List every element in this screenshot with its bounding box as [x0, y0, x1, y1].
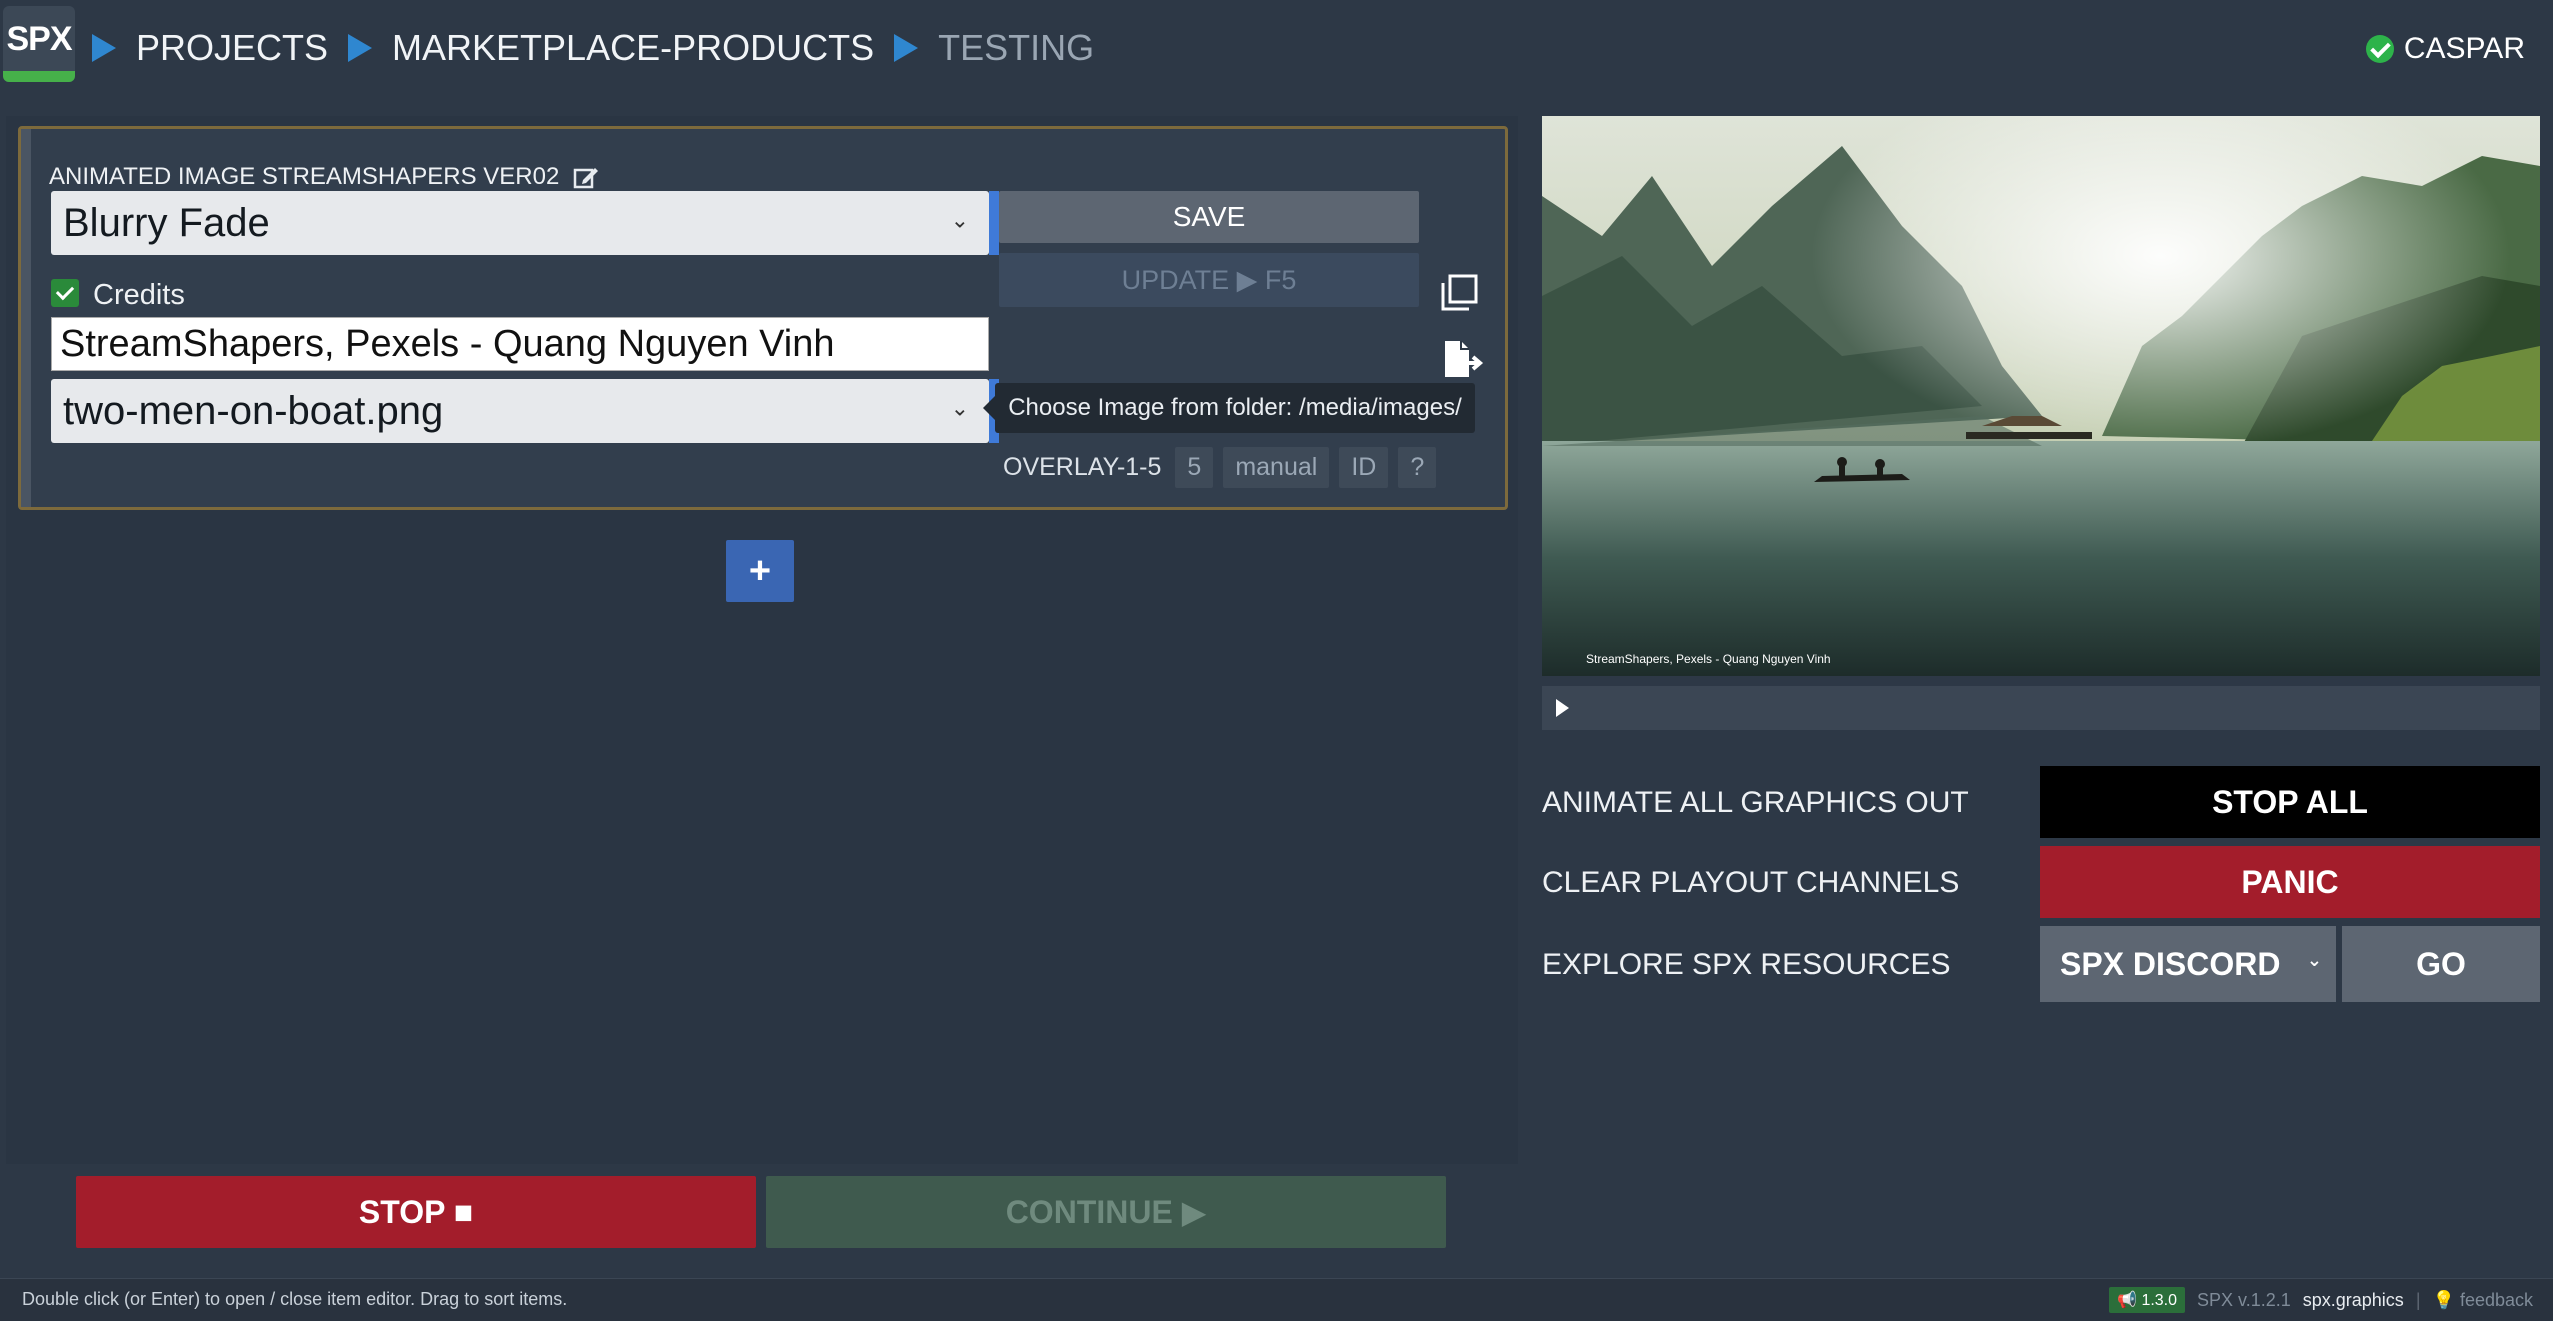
rundown-panel: ANIMATED IMAGE STREAMSHAPERS VER02 Blurr…	[6, 116, 1518, 1164]
effect-select-value: Blurry Fade	[63, 200, 270, 245]
effect-select[interactable]: Blurry Fade ⌄	[51, 191, 999, 255]
breadcrumb-project[interactable]: MARKETPLACE-PRODUCTS	[392, 27, 874, 69]
update-badge-text: 1.3.0	[2141, 1292, 2178, 1309]
export-file-icon[interactable]	[1441, 339, 1485, 379]
breadcrumb-arrow-icon	[894, 34, 919, 62]
image-select-value: two-men-on-boat.png	[63, 388, 444, 433]
logo-status-bar	[3, 71, 75, 82]
image-folder-tooltip: Choose Image from folder: /media/images/	[983, 383, 1475, 433]
stop-all-button[interactable]: STOP ALL	[2040, 766, 2540, 838]
resource-select-value: SPX DISCORD	[2060, 945, 2281, 982]
save-button[interactable]: SAVE	[999, 191, 1419, 243]
feedback-link[interactable]: 💡 feedback	[2433, 1290, 2534, 1311]
preview-window: StreamShapers, Pexels - Quang Nguyen Vin…	[1542, 116, 2540, 676]
preview-caption: StreamShapers, Pexels - Quang Nguyen Vin…	[1586, 652, 1831, 666]
explore-resources-label: EXPLORE SPX RESOURCES	[1542, 948, 1951, 981]
feedback-text: feedback	[2459, 1289, 2533, 1310]
check-circle-icon	[2365, 35, 2394, 63]
credits-checkbox[interactable]	[51, 279, 79, 307]
app-header: SPX PROJECTS MARKETPLACE-PRODUCTS TESTIN…	[0, 0, 2553, 110]
continue-button[interactable]: CONTINUE ▶	[766, 1176, 1446, 1248]
breadcrumb-rundown: TESTING	[938, 27, 1095, 68]
chevron-down-icon: ⌄	[950, 207, 969, 233]
megaphone-icon: 📢	[2117, 1292, 2137, 1309]
update-button[interactable]: UPDATE ▶ F5	[999, 253, 1419, 307]
resource-select[interactable]: SPX DISCORD ⌄	[2040, 926, 2336, 1002]
channel-layer-tag: 5	[1175, 447, 1214, 488]
playmode-tag: manual	[1223, 447, 1330, 488]
breadcrumb-arrow-icon	[92, 34, 116, 62]
chevron-down-icon: ⌄	[2306, 950, 2322, 970]
animate-out-label: ANIMATE ALL GRAPHICS OUT	[1542, 786, 1969, 819]
credits-input-value: StreamShapers, Pexels - Quang Nguyen Vin…	[60, 322, 835, 365]
spx-logo[interactable]: SPX	[3, 6, 75, 82]
add-item-button[interactable]: +	[726, 540, 794, 602]
server-name: CASPAR	[2403, 32, 2525, 65]
update-badge[interactable]: 📢 1.3.0	[2109, 1287, 2186, 1313]
footer-info: 📢 1.3.0 SPX v.1.2.1 spx.graphics | 💡 fee…	[2109, 1287, 2533, 1313]
lightbulb-icon: 💡	[2432, 1289, 2455, 1310]
breadcrumb-projects[interactable]: PROJECTS	[136, 27, 328, 69]
breadcrumb-arrow-icon	[348, 34, 373, 62]
website-link[interactable]: spx.graphics	[2303, 1290, 2404, 1311]
layer-label: OVERLAY-1-5	[1003, 453, 1162, 481]
chevron-down-icon: ⌄	[950, 395, 969, 421]
select-accent	[989, 191, 999, 255]
item-meta: OVERLAY-1-5 5 manual ID ?	[1003, 447, 1437, 488]
app-version: SPX v.1.2.1	[2197, 1289, 2291, 1310]
preview-play-bar[interactable]	[1542, 686, 2540, 730]
footer-hint: Double click (or Enter) to open / close …	[22, 1289, 568, 1309]
go-button[interactable]: GO	[2342, 926, 2540, 1002]
credits-label: Credits	[93, 279, 185, 311]
image-select[interactable]: two-men-on-boat.png ⌄	[51, 379, 999, 443]
footer-separator: |	[2415, 1289, 2421, 1310]
server-status[interactable]: CASPAR	[2365, 32, 2525, 66]
panic-button[interactable]: PANIC	[2040, 846, 2540, 918]
breadcrumb: PROJECTS MARKETPLACE-PRODUCTS TESTING	[92, 22, 1094, 74]
edit-icon[interactable]	[573, 164, 599, 190]
duplicate-icon[interactable]	[1439, 273, 1479, 313]
item-title: ANIMATED IMAGE STREAMSHAPERS VER02	[49, 163, 599, 191]
clear-channels-label: CLEAR PLAYOUT CHANNELS	[1542, 866, 1960, 899]
help-tag[interactable]: ?	[1398, 447, 1437, 488]
id-tag[interactable]: ID	[1339, 447, 1389, 488]
item-title-text: ANIMATED IMAGE STREAMSHAPERS VER02	[49, 163, 560, 190]
logo-text: SPX	[6, 20, 72, 58]
credits-input[interactable]: StreamShapers, Pexels - Quang Nguyen Vin…	[51, 317, 989, 371]
status-bar: Double click (or Enter) to open / close …	[0, 1278, 2553, 1321]
preview-image	[1542, 116, 2540, 676]
play-icon[interactable]	[1556, 699, 1569, 717]
rundown-item-editor[interactable]: ANIMATED IMAGE STREAMSHAPERS VER02 Blurr…	[18, 126, 1508, 510]
stop-button[interactable]: STOP ■	[76, 1176, 756, 1248]
